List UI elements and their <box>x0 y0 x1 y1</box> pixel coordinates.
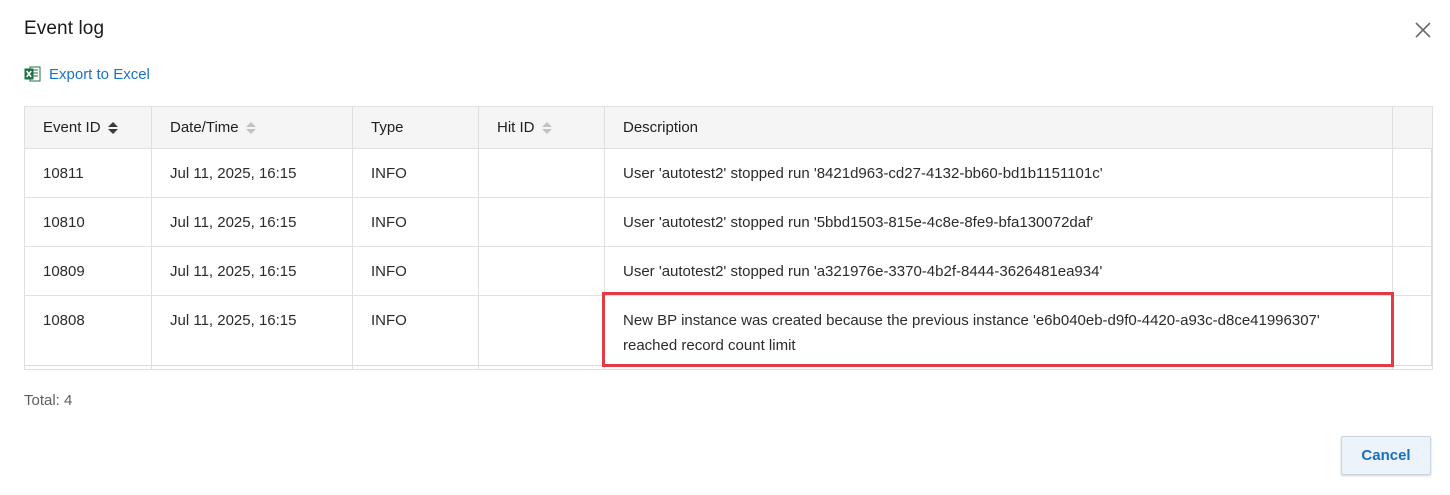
total-count: Total: 4 <box>24 392 73 409</box>
cell-datetime: Jul 11, 2025, 16:15 <box>151 197 353 247</box>
dialog-title: Event log <box>24 18 105 39</box>
column-header-type: Type <box>352 106 479 149</box>
cell-filler <box>1392 148 1433 198</box>
column-label: Description <box>623 119 699 136</box>
cell-description: User 'autotest2' stopped run 'a321976e-3… <box>604 246 1393 296</box>
table-row[interactable]: 10809 Jul 11, 2025, 16:15 INFO User 'aut… <box>24 246 1433 296</box>
sort-ascending-icon <box>107 121 118 134</box>
cell-hit-id <box>478 246 605 296</box>
cell-event-id: 10811 <box>24 148 152 198</box>
table-row[interactable]: 10811 Jul 11, 2025, 16:15 INFO User 'aut… <box>24 148 1433 198</box>
close-button[interactable] <box>1412 19 1434 41</box>
event-log-dialog: Event log Export to Excel Event ID Date/… <box>0 0 1450 495</box>
cell-filler <box>1392 295 1433 370</box>
column-label: Date/Time <box>170 119 239 136</box>
cell-filler <box>1392 246 1433 296</box>
cell-type: INFO <box>352 246 479 296</box>
cell-hit-id <box>478 295 605 370</box>
column-header-hit-id[interactable]: Hit ID <box>478 106 605 149</box>
description-line: New BP instance was created because the … <box>623 311 1320 329</box>
column-header-datetime[interactable]: Date/Time <box>151 106 353 149</box>
description-line: reached record count limit <box>623 336 796 354</box>
close-icon <box>1415 22 1431 38</box>
cell-type: INFO <box>352 197 479 247</box>
cell-description: User 'autotest2' stopped run '8421d963-c… <box>604 148 1393 198</box>
column-header-description: Description <box>604 106 1393 149</box>
excel-icon <box>24 66 41 82</box>
sort-icon <box>245 121 256 134</box>
column-header-filler <box>1392 106 1433 149</box>
cell-datetime: Jul 11, 2025, 16:15 <box>151 295 353 370</box>
export-to-excel-link[interactable]: Export to Excel <box>24 64 150 84</box>
cell-type: INFO <box>352 148 479 198</box>
event-grid: Event ID Date/Time Type Hit ID Descripti… <box>24 106 1433 370</box>
cell-datetime: Jul 11, 2025, 16:15 <box>151 148 353 198</box>
cell-event-id: 10808 <box>24 295 152 370</box>
cell-datetime: Jul 11, 2025, 16:15 <box>151 246 353 296</box>
sort-icon <box>541 121 552 134</box>
cell-event-id: 10809 <box>24 246 152 296</box>
cell-hit-id <box>478 148 605 198</box>
cell-filler <box>1392 197 1433 247</box>
cell-hit-id <box>478 197 605 247</box>
cell-event-id: 10810 <box>24 197 152 247</box>
column-header-event-id[interactable]: Event ID <box>24 106 152 149</box>
table-row[interactable]: 10808 Jul 11, 2025, 16:15 INFO New BP in… <box>24 295 1433 370</box>
cell-description: User 'autotest2' stopped run '5bbd1503-8… <box>604 197 1393 247</box>
export-label: Export to Excel <box>49 65 150 83</box>
column-label: Event ID <box>43 119 101 136</box>
table-row[interactable]: 10810 Jul 11, 2025, 16:15 INFO User 'aut… <box>24 197 1433 247</box>
cancel-button[interactable]: Cancel <box>1341 436 1431 475</box>
column-label: Type <box>371 119 404 136</box>
cell-type: INFO <box>352 295 479 370</box>
cell-description: New BP instance was created because the … <box>604 295 1393 370</box>
table-header-row: Event ID Date/Time Type Hit ID Descripti… <box>24 106 1433 149</box>
column-label: Hit ID <box>497 119 535 136</box>
